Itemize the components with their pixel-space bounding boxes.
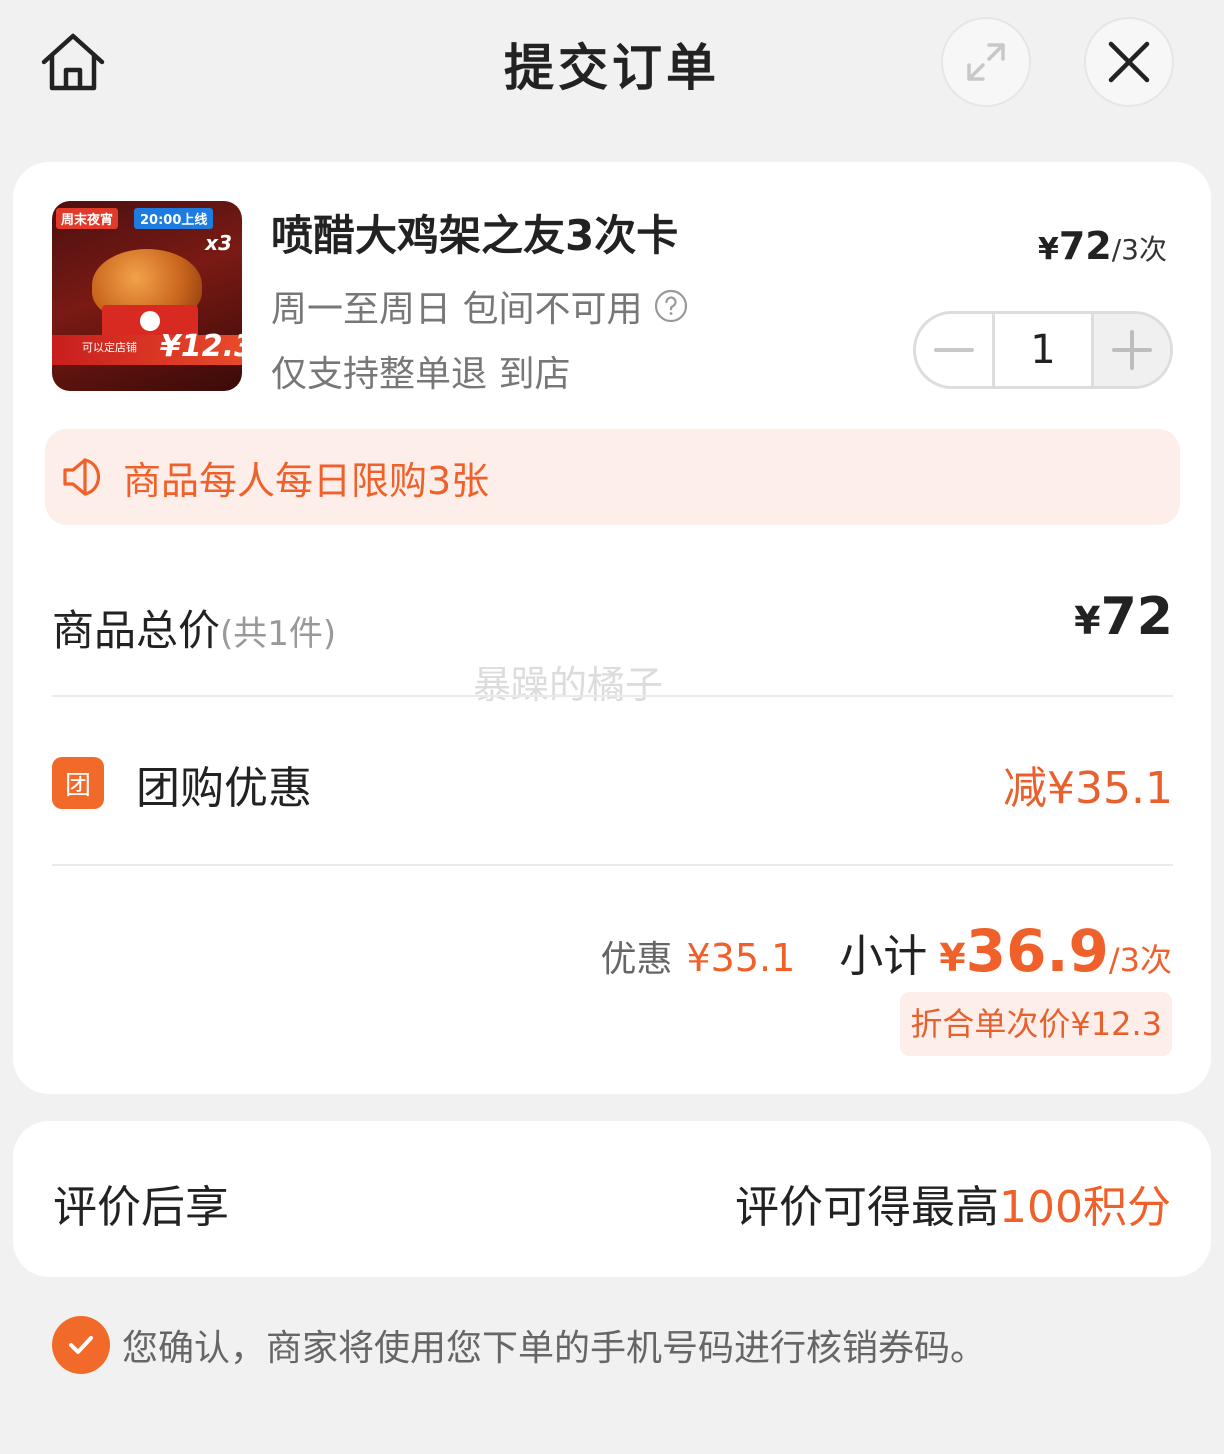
watermark: 暴躁的橘子 — [473, 663, 664, 707]
product-name: 喷醋大鸡架之友3次卡 — [271, 211, 679, 260]
checkmark-icon — [69, 1336, 93, 1354]
review-reward: 评价可得最高100积分 — [735, 1171, 1171, 1235]
home-button[interactable] — [38, 30, 108, 96]
consent-row: 您确认，商家将使用您下单的手机号码进行核销券码。 — [52, 1316, 986, 1374]
increase-button[interactable] — [1094, 314, 1170, 386]
total-price-label: 商品总价(共1件) — [52, 597, 336, 658]
help-icon[interactable] — [654, 289, 688, 323]
group-buy-amount: 减¥35.1 — [1003, 763, 1173, 814]
expand-icon — [967, 43, 1005, 81]
purchase-limit-notice: 商品每人每日限购3张 — [45, 429, 1180, 525]
quantity-stepper: 1 — [913, 311, 1173, 389]
unit-price: ¥72/3次 — [1038, 224, 1167, 268]
total-currency: ¥ — [1074, 599, 1101, 643]
divider — [52, 864, 1173, 866]
thumbnail-strip-text: 可以定店铺 — [82, 341, 137, 354]
subtotal-amount: 36.9 — [965, 917, 1109, 985]
total-label-text: 商品总价 — [52, 606, 221, 655]
subtotal-block: 优惠 ¥35.1 小计 ¥ 36.9 /3次 — [600, 917, 1172, 985]
group-buy-badge-icon: 团 — [52, 757, 104, 809]
thumbnail-banner-left: 周末夜宵 — [56, 208, 119, 229]
notice-text: 商品每人每日限购3张 — [123, 458, 490, 503]
plus-icon — [1112, 330, 1152, 370]
total-value: 72 — [1100, 587, 1173, 647]
thumbnail-badge: x3 — [205, 231, 232, 255]
expand-button[interactable] — [941, 17, 1031, 107]
consent-text: 您确认，商家将使用您下单的手机号码进行核销券码。 — [122, 1328, 987, 1369]
per-use-price-badge: 折合单次价¥12.3 — [900, 992, 1172, 1056]
close-button[interactable] — [1084, 17, 1174, 107]
quantity-input[interactable]: 1 — [992, 314, 1094, 386]
product-refund-policy: 仅支持整单退 到店 — [271, 354, 571, 395]
unit-price-value: 72 — [1058, 224, 1112, 268]
discount-label: 优惠 — [600, 939, 673, 980]
item-count: (共1件) — [220, 614, 337, 654]
thumbnail-banner: 周末夜宵 20:00上线 — [52, 207, 242, 229]
unit-price-unit: /3次 — [1111, 233, 1167, 266]
review-label: 评价后享 — [53, 1182, 229, 1233]
total-price-row: 商品总价(共1件) ¥72 — [52, 587, 1173, 657]
discount-amount: ¥35.1 — [686, 936, 796, 980]
review-card[interactable]: 评价后享 评价可得最高100积分 — [13, 1121, 1211, 1277]
decrease-button[interactable] — [916, 314, 992, 386]
review-points: 100积分 — [999, 1182, 1171, 1233]
close-icon — [1108, 41, 1150, 83]
speaker-icon — [63, 458, 101, 496]
minus-icon — [934, 348, 974, 352]
subtotal-currency: ¥ — [939, 936, 966, 980]
consent-checkbox[interactable] — [52, 1316, 110, 1374]
subtotal-unit: /3次 — [1108, 941, 1172, 979]
group-buy-row[interactable]: 团 团购优惠 减¥35.1 — [52, 742, 1173, 822]
page-title: 提交订单 — [504, 39, 720, 97]
thumbnail-banner-right: 20:00上线 — [134, 208, 214, 229]
home-icon — [41, 33, 105, 91]
thumbnail-price: ¥12.3 — [160, 329, 242, 364]
group-buy-label: 团购优惠 — [136, 763, 312, 814]
availability-text: 周一至周日 包间不可用 — [271, 289, 643, 330]
unit-price-currency: ¥ — [1037, 232, 1059, 267]
divider — [52, 695, 1173, 697]
total-price-amount: ¥72 — [1074, 587, 1173, 647]
product-thumbnail[interactable]: 周末夜宵 20:00上线 x3 可以定店铺 ¥12.3 — [52, 201, 242, 391]
header: 提交订单 — [0, 0, 1224, 130]
subtotal-label: 小计 — [839, 931, 928, 982]
review-reward-text: 评价可得最高 — [735, 1182, 1000, 1233]
order-card: 周末夜宵 20:00上线 x3 可以定店铺 ¥12.3 喷醋大鸡架之友3次卡 周… — [13, 162, 1211, 1094]
product-availability: 周一至周日 包间不可用 — [271, 280, 688, 332]
